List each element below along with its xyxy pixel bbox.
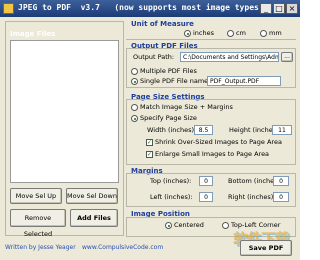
mm-radio[interactable]	[260, 30, 267, 37]
single-pdf-radio[interactable]	[131, 78, 138, 85]
height-field[interactable]: 11	[272, 125, 292, 135]
mm-label: mm	[269, 29, 282, 37]
width-label: Width (inches):	[147, 126, 197, 134]
single-pdf-name-field[interactable]: PDF_Output.PDF	[207, 76, 281, 86]
cm-label: cm	[236, 29, 246, 37]
move-sel-up-button[interactable]: Move Sel Up	[10, 188, 62, 204]
app-icon	[3, 3, 14, 14]
left-margin-field[interactable]: 0	[199, 192, 213, 202]
shrink-oversized-label: Shrink Over-Sized Images to Page Area	[155, 138, 282, 146]
single-pdf-label: Single PDF File named:	[140, 77, 215, 85]
cm-radio[interactable]	[227, 30, 234, 37]
save-pdf-button[interactable]: Save PDF	[240, 240, 292, 256]
width-field[interactable]: 8.5	[194, 125, 213, 135]
image-files-label: Image Files	[10, 30, 56, 38]
top-margin-label: Top (inches):	[150, 177, 192, 185]
author-credit: Written by Jesse Yeager	[5, 244, 76, 251]
left-margin-label: Left (inches):	[150, 193, 193, 201]
browse-button[interactable]: ...	[281, 52, 293, 62]
match-image-size-label: Match Image Size + Margins	[140, 103, 233, 111]
top-left-corner-radio[interactable]	[222, 222, 229, 229]
right-margin-field[interactable]: 0	[273, 192, 289, 202]
centered-radio[interactable]	[165, 222, 172, 229]
bottom-margin-field[interactable]: 0	[273, 176, 289, 186]
match-image-size-radio[interactable]	[131, 104, 138, 111]
centered-label: Centered	[174, 221, 204, 229]
enlarge-small-label: Enlarge Small Images to Page Area	[155, 150, 270, 158]
specify-page-size-label: Specify Page Size	[140, 114, 197, 122]
output-path-field[interactable]: C:\Documents and Settings\Administrat	[180, 52, 279, 62]
top-margin-field[interactable]: 0	[199, 176, 213, 186]
move-sel-down-button[interactable]: Move Sel Down	[66, 188, 118, 204]
add-files-button[interactable]: Add Files	[70, 209, 118, 227]
website-link[interactable]: www.CompulsiveCode.com	[82, 244, 163, 251]
close-button[interactable]: ×	[286, 3, 298, 14]
minimize-button[interactable]: _	[260, 3, 272, 14]
shrink-oversized-checkbox[interactable]: ✓	[146, 139, 153, 146]
inches-radio[interactable]	[184, 30, 191, 37]
inches-label: inches	[193, 29, 215, 37]
unit-of-measure-title: Unit of Measure	[131, 20, 194, 28]
multiple-pdf-radio[interactable]	[131, 68, 138, 75]
divider	[126, 39, 296, 40]
specify-page-size-radio[interactable]	[131, 115, 138, 122]
image-file-list[interactable]	[10, 40, 119, 183]
maximize-button[interactable]: □	[273, 3, 285, 14]
output-path-label: Output Path:	[133, 53, 175, 61]
enlarge-small-checkbox[interactable]: ✓	[146, 151, 153, 158]
window-title: JPEG to PDF v3.7 (now supports most imag…	[18, 3, 264, 12]
remove-selected-button[interactable]: Remove Selected	[10, 209, 66, 238]
right-margin-label: Right (inches):	[228, 193, 276, 201]
multiple-pdf-label: Multiple PDF Files	[140, 67, 197, 75]
